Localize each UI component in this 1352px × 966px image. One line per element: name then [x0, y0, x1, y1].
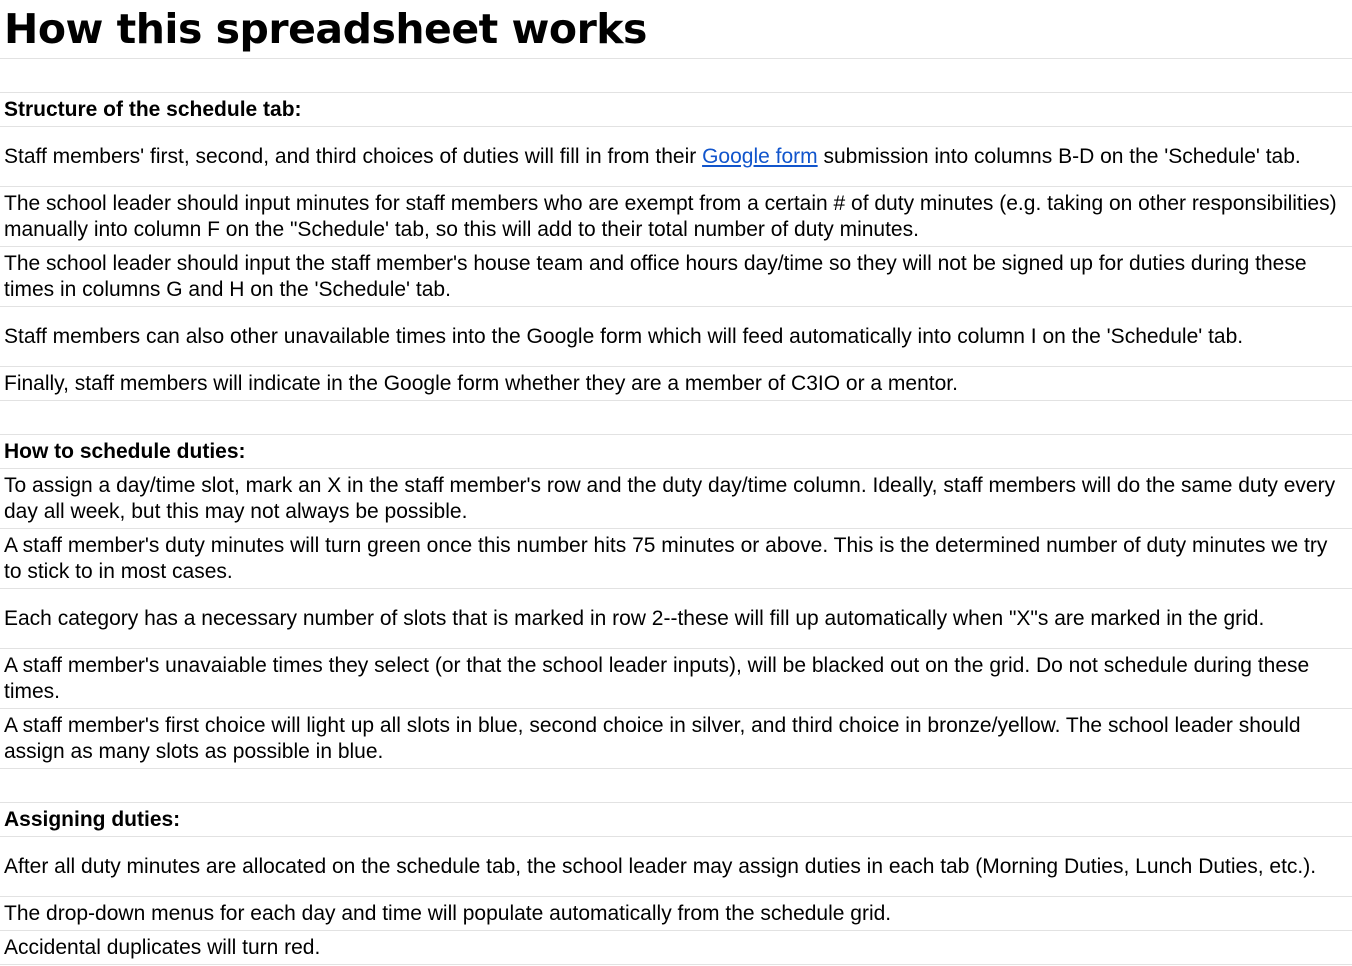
empty-cell[interactable] [0, 769, 1352, 803]
instruction-cell[interactable]: Finally, staff members will indicate in … [0, 367, 1352, 401]
text-before-link: Staff members' first, second, and third … [4, 144, 703, 168]
instruction-cell[interactable]: Staff members' first, second, and third … [0, 127, 1352, 187]
cell-text: Staff members' first, second, and third … [4, 144, 1301, 170]
instruction-cell[interactable]: To assign a day/time slot, mark an X in … [0, 469, 1352, 529]
section-heading-structure[interactable]: Structure of the schedule tab: [0, 93, 1352, 127]
instructions-sheet: How this spreadsheet works Structure of … [0, 0, 1352, 965]
empty-cell[interactable] [0, 401, 1352, 435]
section-heading-assigning[interactable]: Assigning duties: [0, 803, 1352, 837]
section-heading-scheduling[interactable]: How to schedule duties: [0, 435, 1352, 469]
instruction-cell[interactable]: Each category has a necessary number of … [0, 589, 1352, 649]
text-after-link: submission into columns B-D on the 'Sche… [817, 144, 1301, 168]
instruction-cell[interactable]: The school leader should input the staff… [0, 247, 1352, 307]
instruction-cell[interactable]: A staff member's duty minutes will turn … [0, 529, 1352, 589]
instruction-cell[interactable]: After all duty minutes are allocated on … [0, 837, 1352, 897]
page-title[interactable]: How this spreadsheet works [0, 0, 1352, 59]
instruction-cell[interactable]: Accidental duplicates will turn red. [0, 931, 1352, 965]
instruction-cell[interactable]: Staff members can also other unavailable… [0, 307, 1352, 367]
instruction-cell[interactable]: The drop-down menus for each day and tim… [0, 897, 1352, 931]
empty-cell[interactable] [0, 59, 1352, 93]
google-form-link[interactable]: Google form [702, 145, 818, 168]
instruction-cell[interactable]: The school leader should input minutes f… [0, 187, 1352, 247]
instruction-cell[interactable]: A staff member's unavaiable times they s… [0, 649, 1352, 709]
instruction-cell[interactable]: A staff member's first choice will light… [0, 709, 1352, 769]
